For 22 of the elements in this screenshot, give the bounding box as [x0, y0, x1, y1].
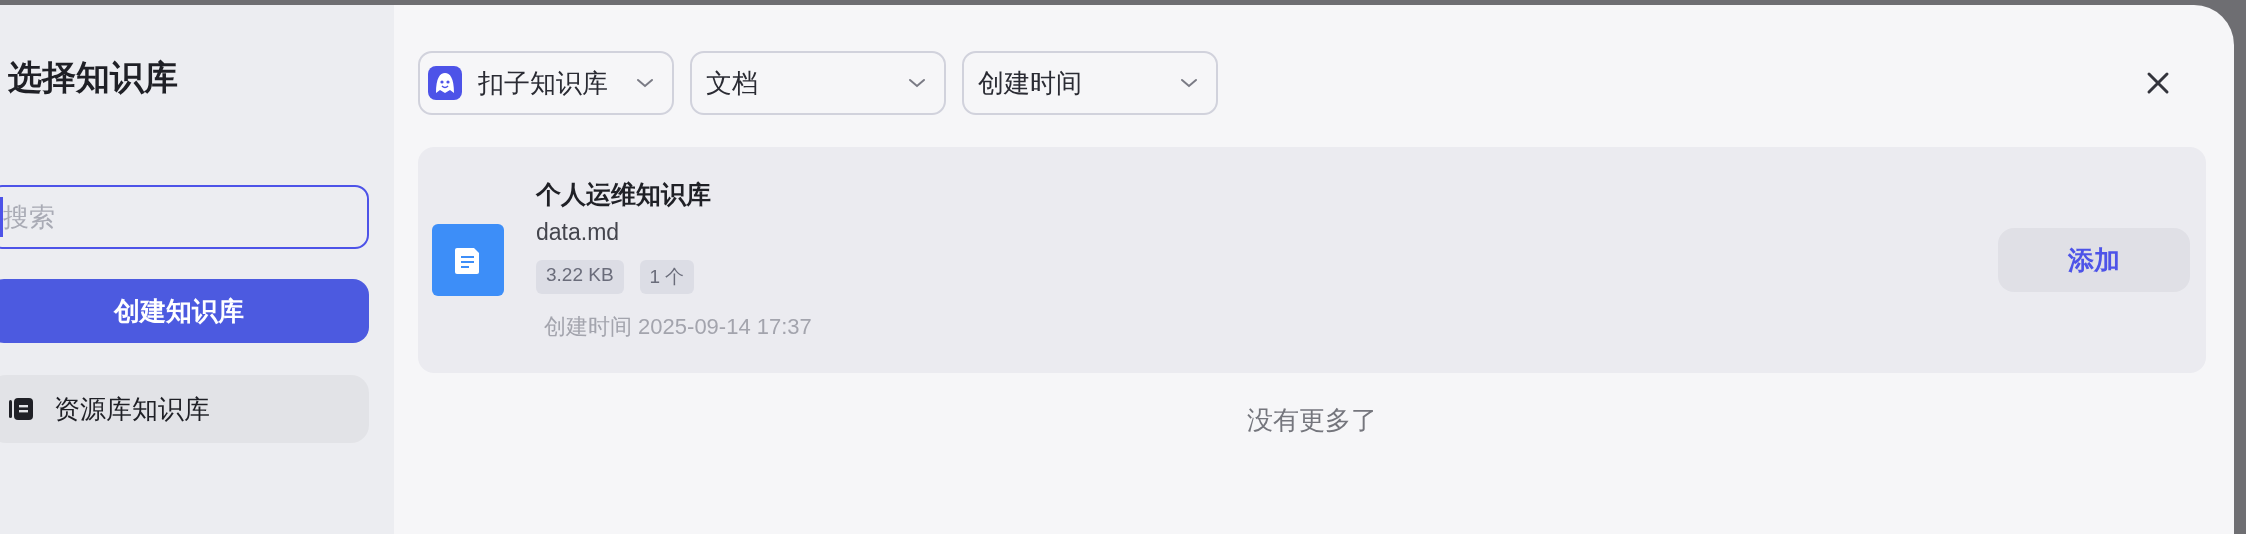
sidebar-item[interactable]: 资源库知识库	[0, 375, 369, 443]
card-title: 个人运维知识库	[536, 179, 712, 210]
filter-dropdown[interactable]: 文档	[690, 51, 946, 115]
tag: 3.22 KB	[536, 260, 624, 294]
created-time: 创建时间 2025-09-14 17:37	[544, 313, 813, 341]
end-of-list-text: 没有更多了	[1246, 404, 1378, 437]
book-icon	[8, 397, 34, 421]
ghost-logo-icon	[428, 66, 462, 100]
search-field[interactable]: 搜索	[0, 185, 369, 249]
file-name: data.md	[536, 219, 621, 246]
filter-dropdown[interactable]: 创建时间	[962, 51, 1218, 115]
close-icon[interactable]	[2146, 71, 2170, 95]
chevron-down-icon	[908, 78, 926, 88]
dialog-title: 选择知识库	[8, 57, 179, 98]
create-knowledge-base-button[interactable]: 创建知识库	[0, 279, 369, 343]
filter-dropdown[interactable]: 扣子知识库	[418, 51, 674, 115]
add-button[interactable]: 添加	[1998, 228, 2190, 292]
chevron-down-icon	[636, 78, 654, 88]
chevron-down-icon	[1180, 78, 1198, 88]
text-cursor	[0, 197, 3, 237]
tag: 1 个	[639, 260, 695, 294]
document-icon	[432, 224, 504, 296]
